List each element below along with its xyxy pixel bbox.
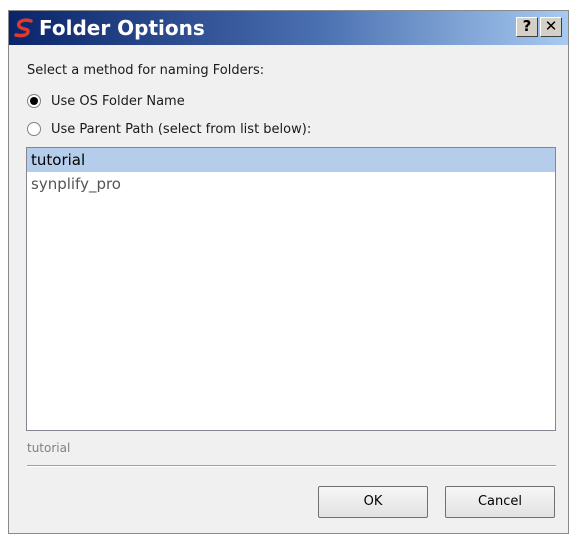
- radio-use-os-folder-name[interactable]: Use OS Folder Name: [27, 91, 185, 111]
- selected-folder-preview: tutorial: [27, 441, 71, 455]
- synplify-logo-icon: [14, 18, 33, 38]
- cancel-button[interactable]: Cancel: [445, 486, 555, 518]
- radio-use-parent-path[interactable]: Use Parent Path (select from list below)…: [27, 119, 311, 139]
- list-item-tutorial[interactable]: tutorial: [27, 148, 555, 172]
- divider: [27, 465, 556, 467]
- list-item-synplify-pro[interactable]: synplify_pro: [27, 172, 555, 196]
- radio-label-os-folder-name: Use OS Folder Name: [51, 93, 185, 109]
- parent-path-list[interactable]: tutorial synplify_pro: [26, 147, 556, 431]
- radio-button-checked[interactable]: [27, 94, 41, 108]
- help-button[interactable]: ?: [516, 17, 538, 37]
- close-icon: ✕: [544, 17, 558, 35]
- help-icon: ?: [522, 17, 532, 35]
- naming-method-prompt: Select a method for naming Folders:: [27, 63, 265, 78]
- dialog-title: Folder Options: [39, 16, 205, 40]
- folder-options-dialog: Folder Options ? ✕ Select a method for n…: [8, 10, 569, 534]
- radio-button-unchecked[interactable]: [27, 122, 41, 136]
- radio-label-parent-path: Use Parent Path (select from list below)…: [51, 121, 312, 137]
- close-button[interactable]: ✕: [540, 17, 562, 37]
- ok-button[interactable]: OK: [318, 486, 428, 518]
- title-bar[interactable]: Folder Options ? ✕: [9, 11, 568, 45]
